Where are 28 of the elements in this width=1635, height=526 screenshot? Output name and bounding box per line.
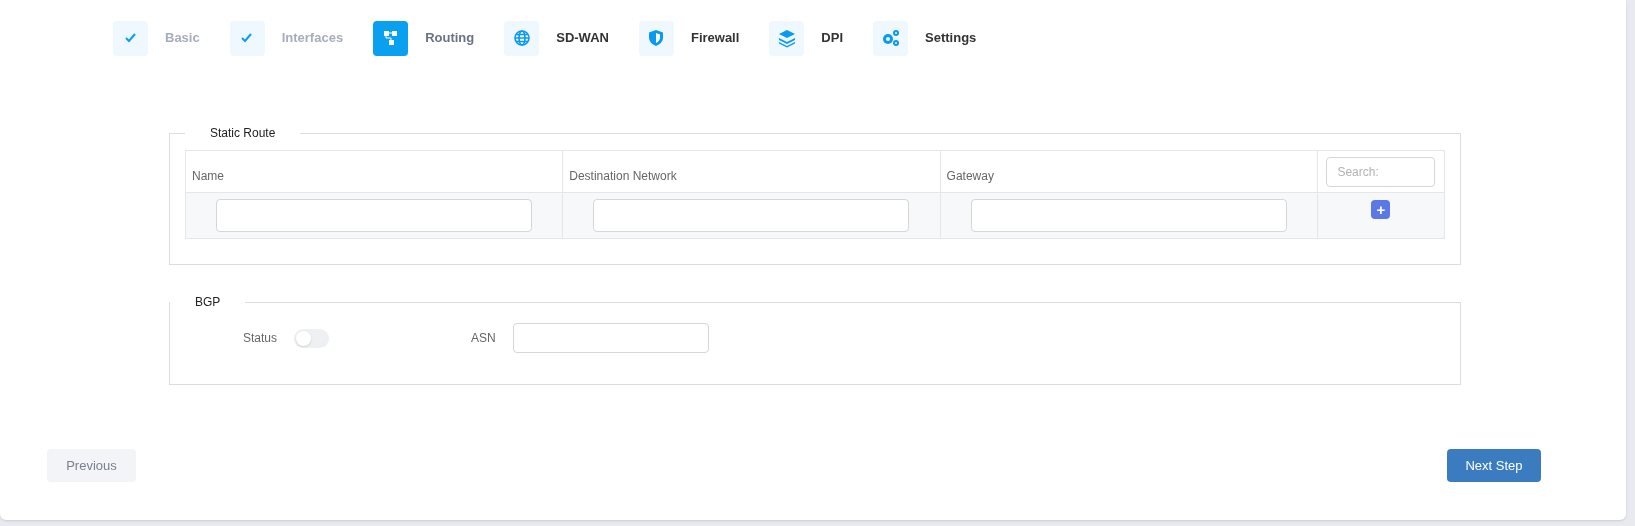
next-step-button[interactable]: Next Step <box>1447 449 1541 482</box>
table-input-field[interactable] <box>593 199 910 232</box>
asn-field[interactable] <box>512 323 709 353</box>
search-field[interactable]: Search: <box>1326 156 1436 187</box>
step-icon-tile[interactable] <box>769 20 805 56</box>
status-toggle[interactable] <box>294 328 330 348</box>
step-icon-tile[interactable] <box>113 20 148 56</box>
step-icon-tile[interactable] <box>229 20 265 56</box>
step-icon-tile[interactable] <box>504 20 540 56</box>
column-header: Destination Network <box>569 169 677 183</box>
step-icon-tile[interactable] <box>373 20 409 56</box>
column-header: Name <box>192 169 224 183</box>
add-button[interactable]: + <box>1371 200 1391 219</box>
step-label[interactable]: Routing <box>425 28 475 48</box>
step-label[interactable]: SD-WAN <box>556 28 609 48</box>
section-title: BGP <box>194 294 222 311</box>
table-input-field[interactable] <box>216 199 533 232</box>
step-icon-tile[interactable] <box>638 20 674 56</box>
asn-label: ASN <box>471 330 496 347</box>
column-header: Gateway <box>946 169 994 183</box>
previous-button[interactable]: Previous <box>47 449 136 482</box>
step-label[interactable]: Settings <box>925 28 977 48</box>
section-title: Static Route <box>209 125 277 142</box>
step-label[interactable]: DPI <box>821 28 844 48</box>
step-label[interactable]: Firewall <box>690 28 740 48</box>
table-input-field[interactable] <box>970 199 1287 232</box>
status-label: Status <box>243 330 278 347</box>
step-icon-tile[interactable] <box>873 20 909 56</box>
